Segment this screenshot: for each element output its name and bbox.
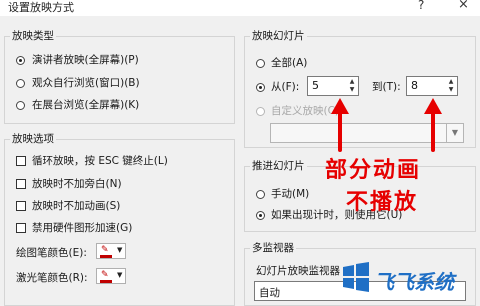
annotation-line-1: 部分动画 xyxy=(325,158,422,183)
laser-color-label: 激光笔颜色(R): xyxy=(16,272,88,284)
checkbox-loop[interactable] xyxy=(16,156,26,166)
from-value: 5 xyxy=(312,79,319,92)
annotation-line-2: 不播放 xyxy=(346,190,419,215)
windows-logo-icon xyxy=(343,262,369,292)
radio-manual[interactable] xyxy=(256,190,265,199)
radio-presenter[interactable] xyxy=(16,56,25,65)
pen-icon: ✎ xyxy=(101,270,109,280)
close-button[interactable]: × xyxy=(458,0,469,12)
monitors-legend: 多监视器 xyxy=(250,240,296,255)
dropdown-arrow-icon: ▼ xyxy=(117,271,123,279)
checkbox-no-narration[interactable] xyxy=(16,179,26,189)
laser-color-swatch xyxy=(100,280,112,283)
arrow-up-icon xyxy=(331,98,349,152)
pen-icon: ✎ xyxy=(101,245,109,255)
help-button[interactable]: ? xyxy=(418,0,424,12)
radio-kiosk[interactable] xyxy=(16,101,25,110)
laser-color-button[interactable]: ✎ ▼ xyxy=(96,268,126,284)
slides-legend: 放映幻灯片 xyxy=(250,28,307,43)
to-spinner[interactable]: 8 ▲ ▼ xyxy=(406,76,458,96)
monitor-value: 自动 xyxy=(259,287,280,299)
spin-down-icon[interactable]: ▼ xyxy=(447,86,455,94)
annotation-arrows xyxy=(331,98,442,152)
label-loop: 循环放映，按 ESC 键终止(L) xyxy=(32,155,168,167)
pen-color-label: 绘图笔颜色(E): xyxy=(16,247,87,259)
radio-custom-show[interactable] xyxy=(256,107,265,116)
show-type-legend: 放映类型 xyxy=(10,28,56,43)
spin-down-icon[interactable]: ▼ xyxy=(348,86,356,94)
watermark-text: 飞飞系统 xyxy=(374,270,454,294)
radio-from-slides[interactable] xyxy=(256,83,265,92)
spin-up-icon[interactable]: ▲ xyxy=(447,78,455,86)
label-to: 到(T): xyxy=(372,81,401,93)
label-no-narration: 放映时不加旁白(N) xyxy=(32,178,122,190)
spin-up-icon[interactable]: ▲ xyxy=(348,78,356,86)
label-presenter: 演讲者放映(全屏幕)(P) xyxy=(32,54,139,66)
label-kiosk: 在展台浏览(全屏幕)(K) xyxy=(32,99,140,111)
advance-legend: 推进幻灯片 xyxy=(250,158,307,173)
radio-browsed-window[interactable] xyxy=(16,79,25,88)
arrow-up-icon xyxy=(424,98,442,152)
dialog-title: 设置放映方式 xyxy=(8,1,74,14)
from-spinner[interactable]: 5 ▲ ▼ xyxy=(307,76,359,96)
radio-use-timings[interactable] xyxy=(256,211,265,220)
checkbox-no-animation[interactable] xyxy=(16,201,26,211)
dropdown-arrow-icon: ▼ xyxy=(117,246,123,254)
label-no-animation: 放映时不加动画(S) xyxy=(32,200,121,212)
label-from: 从(F): xyxy=(271,81,300,93)
pen-color-button[interactable]: ✎ ▼ xyxy=(96,243,126,259)
label-manual: 手动(M) xyxy=(271,188,310,200)
label-all-slides: 全部(A) xyxy=(271,57,308,69)
label-browsed-window: 观众自行浏览(窗口)(B) xyxy=(32,77,140,89)
pen-color-swatch xyxy=(100,255,112,258)
radio-all-slides[interactable] xyxy=(256,59,265,68)
checkbox-disable-hw-accel[interactable] xyxy=(16,223,26,233)
label-disable-hw-accel: 禁用硬件图形加速(G) xyxy=(32,222,133,234)
monitor-label: 幻灯片放映监视器 xyxy=(256,265,340,277)
to-value: 8 xyxy=(411,79,418,92)
show-options-legend: 放映选项 xyxy=(10,131,56,146)
